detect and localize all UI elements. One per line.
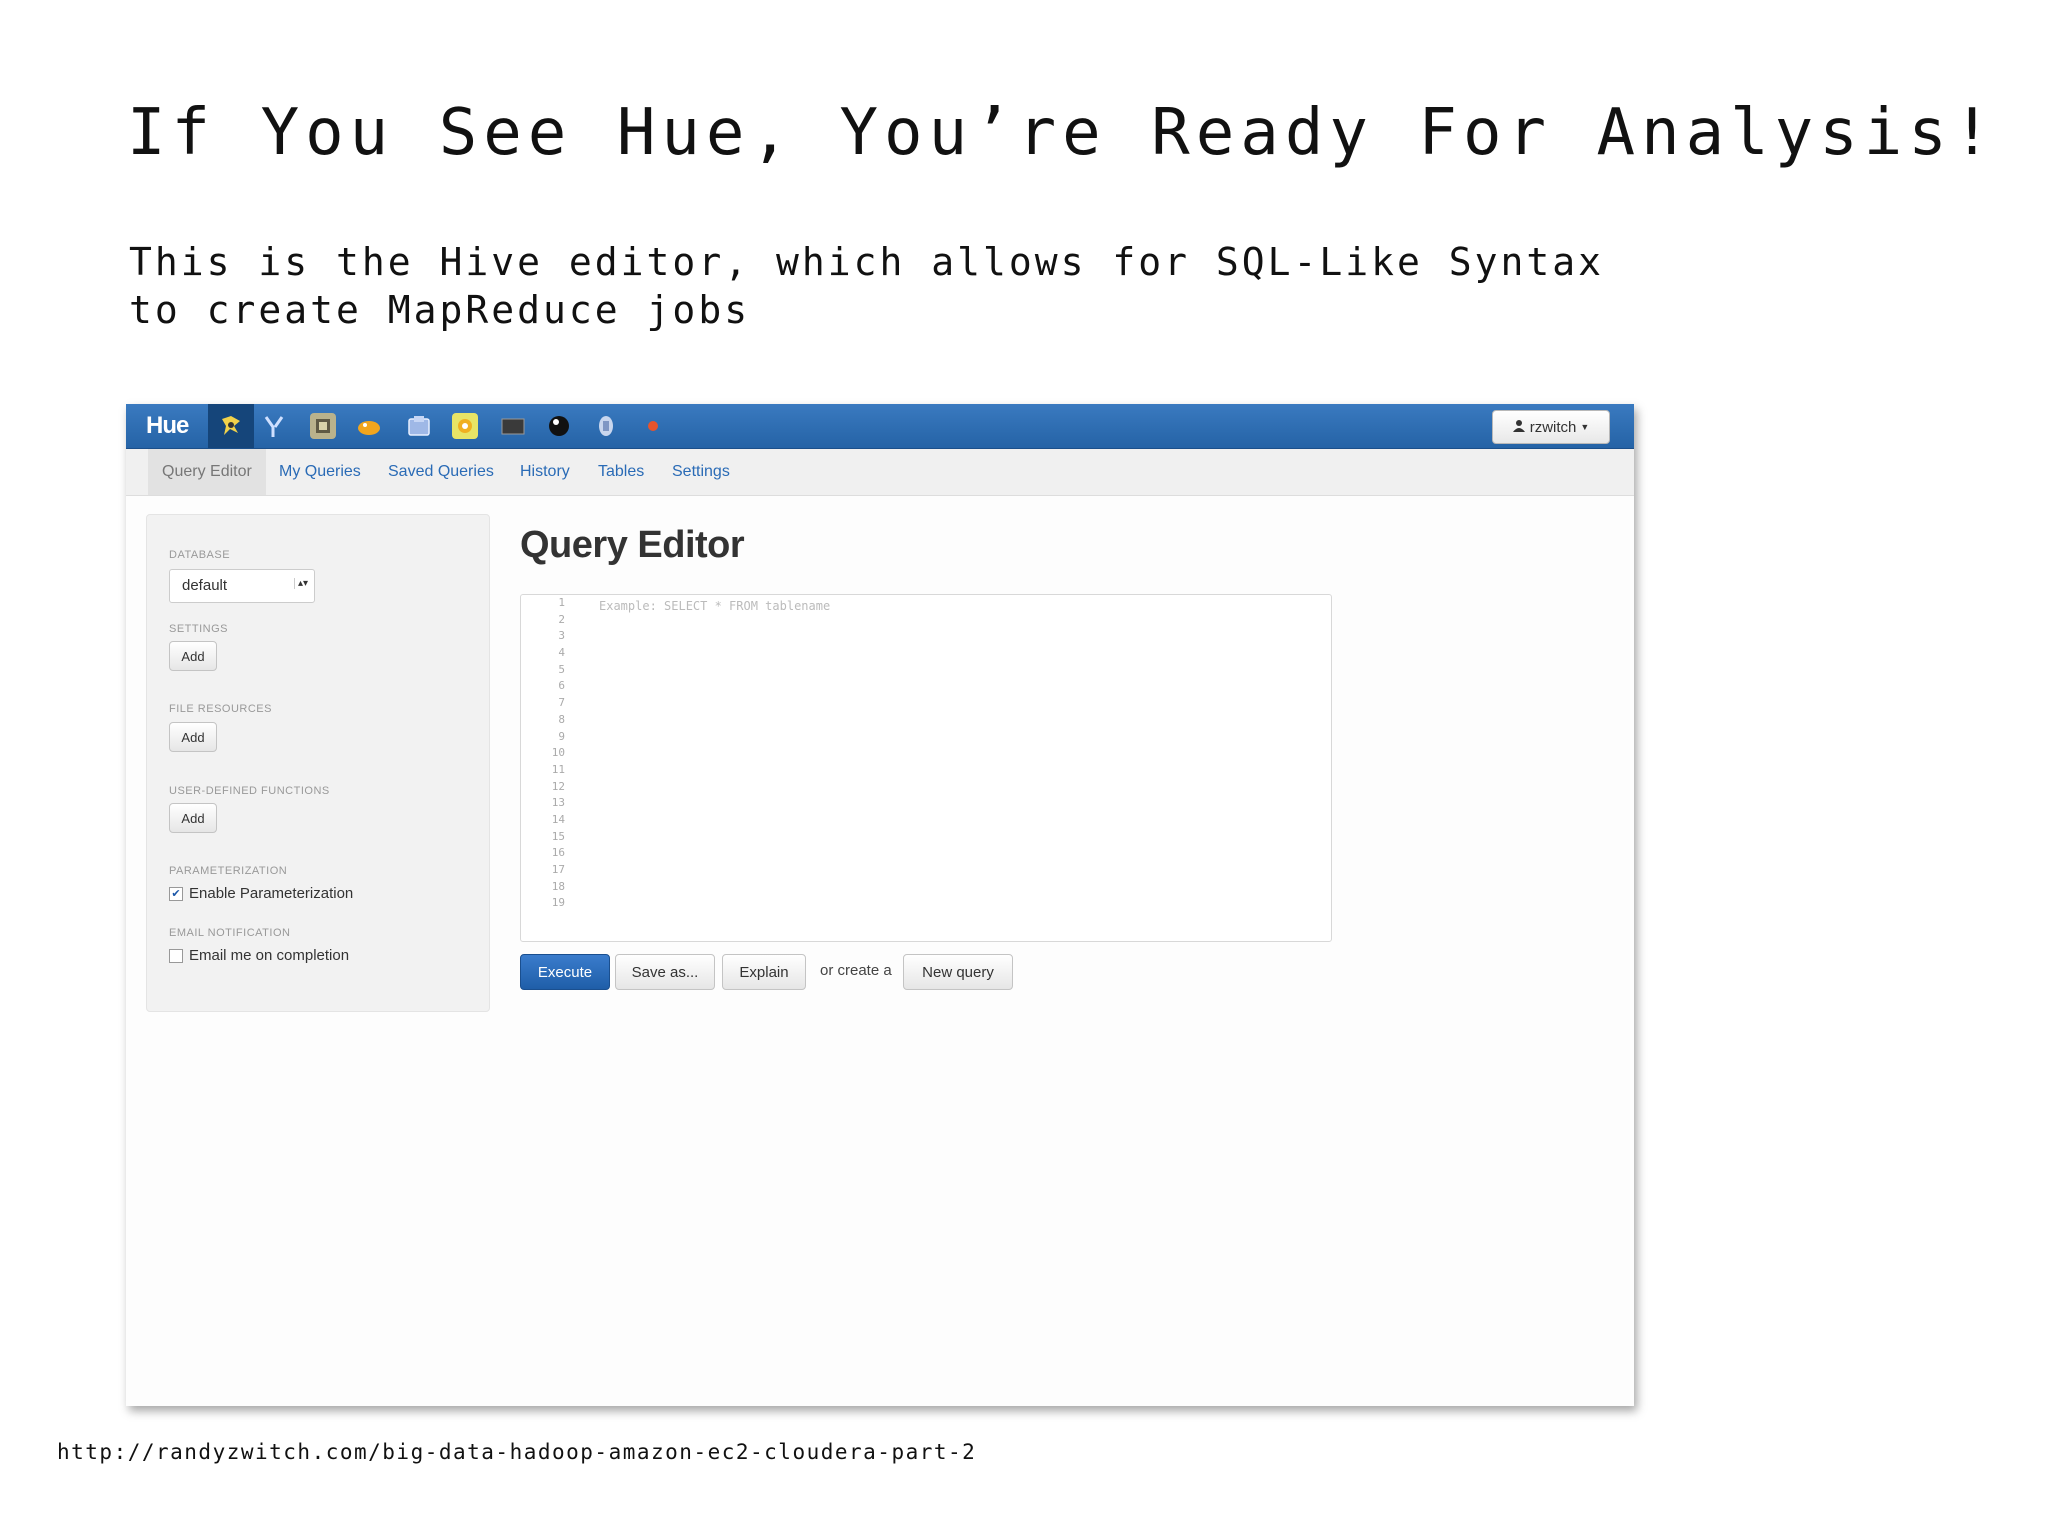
query-settings-sidebar: DATABASE default ▴▾ SETTINGS Add FILE RE… <box>146 514 490 1012</box>
pig-icon[interactable] <box>261 413 287 439</box>
line-number: 11 <box>551 762 565 776</box>
settings-icon[interactable] <box>593 413 619 439</box>
settings-label: SETTINGS <box>169 623 229 635</box>
line-number: 12 <box>551 779 565 793</box>
tab-my-queries[interactable]: My Queries <box>279 449 361 495</box>
file-resources-label: FILE RESOURCES <box>169 703 272 715</box>
line-number: 6 <box>558 679 565 693</box>
database-value: default <box>182 577 228 594</box>
email-notification-label: EMAIL NOTIFICATION <box>169 927 291 939</box>
line-number: 15 <box>551 829 565 843</box>
line-number: 7 <box>558 696 565 710</box>
tab-history[interactable]: History <box>520 449 570 495</box>
checkbox-checked-icon: ✔ <box>169 886 183 901</box>
line-number: 1 <box>558 596 565 609</box>
udf-label: USER-DEFINED FUNCTIONS <box>169 785 330 797</box>
shell-icon[interactable] <box>500 413 526 439</box>
checkbox-unchecked-icon <box>169 948 183 963</box>
job-browser-icon[interactable] <box>452 413 478 439</box>
hue-topbar: Hue rzwitch ▼ <box>126 404 1634 449</box>
save-as-button[interactable]: Save as... <box>615 954 715 990</box>
new-query-button[interactable]: New query <box>903 954 1013 990</box>
email-on-completion-text: Email me on completion <box>189 947 350 964</box>
query-editor-textarea[interactable]: 1 2 3 4 5 6 7 8 9 10 11 12 13 14 15 16 17 18 19 Example: S… <box>520 594 1332 942</box>
source-url[interactable]: http://randyzwitch.com/big-data-hadoop-a… <box>57 1440 976 1464</box>
tab-saved-queries[interactable]: Saved Queries <box>388 449 494 495</box>
line-number: 13 <box>551 796 565 810</box>
hue-logo[interactable]: Hue <box>146 412 189 440</box>
tab-query-editor[interactable]: Query Editor <box>148 449 266 495</box>
parameterization-label: PARAMETERIZATION <box>169 865 288 877</box>
slide-subtitle: This is the Hive editor, which allows fo… <box>129 240 1605 332</box>
user-name: rzwitch <box>1529 418 1577 436</box>
tab-tables[interactable]: Tables <box>598 449 644 495</box>
add-udf-button[interactable]: Add <box>169 803 217 833</box>
line-number: 9 <box>558 729 565 743</box>
notification-dot-icon[interactable] <box>640 413 666 439</box>
enable-parameterization-checkbox[interactable]: ✔ Enable Parameterization <box>169 885 353 902</box>
line-number: 5 <box>558 662 565 676</box>
explain-button[interactable]: Explain <box>722 954 806 990</box>
caret-down-icon: ▼ <box>1580 422 1590 432</box>
database-select[interactable]: default ▴▾ <box>169 569 315 603</box>
slide-title: If You See Hue, You’re Ready For Analysi… <box>127 96 1998 170</box>
line-number: 2 <box>558 612 565 626</box>
line-number: 8 <box>558 712 565 726</box>
line-number: 16 <box>551 846 565 860</box>
line-number: 17 <box>551 863 565 876</box>
line-number-gutter: 1 2 3 4 5 6 7 8 9 10 11 12 13 14 15 16 17 18 19 <box>521 595 573 941</box>
execute-button[interactable]: Execute <box>520 954 610 990</box>
file-browser-icon[interactable] <box>406 413 432 439</box>
tab-settings[interactable]: Settings <box>672 449 730 495</box>
page-title: Query Editor <box>520 524 745 566</box>
oozie-icon[interactable] <box>356 413 382 439</box>
hue-screenshot: Hue rzwitch ▼ Query Editor My Queries Sa… <box>126 404 1634 1406</box>
add-setting-button[interactable]: Add <box>169 641 217 671</box>
line-number: 18 <box>551 879 565 893</box>
enable-parameterization-text: Enable Parameterization <box>189 885 354 902</box>
line-number: 19 <box>551 896 565 910</box>
editor-placeholder: Example: SELECT * FROM tablename <box>599 599 831 613</box>
user-icon <box>1512 419 1525 436</box>
email-on-completion-checkbox[interactable]: Email me on completion <box>169 947 349 964</box>
line-number: 3 <box>558 629 565 643</box>
help-icon[interactable] <box>546 413 572 439</box>
user-menu-button[interactable]: rzwitch ▼ <box>1492 410 1610 444</box>
hue-subnav: Query Editor My Queries Saved Queries Hi… <box>126 449 1634 496</box>
or-create-text: or create a <box>820 962 892 979</box>
database-label: DATABASE <box>169 549 231 561</box>
line-number: 14 <box>551 812 565 826</box>
line-number: 10 <box>551 746 565 760</box>
beeswax-icon[interactable] <box>208 404 254 448</box>
add-file-resource-button[interactable]: Add <box>169 722 217 752</box>
select-arrow-icon: ▴▾ <box>293 578 308 589</box>
line-number: 4 <box>558 646 565 660</box>
sqoop-icon[interactable] <box>310 413 336 439</box>
